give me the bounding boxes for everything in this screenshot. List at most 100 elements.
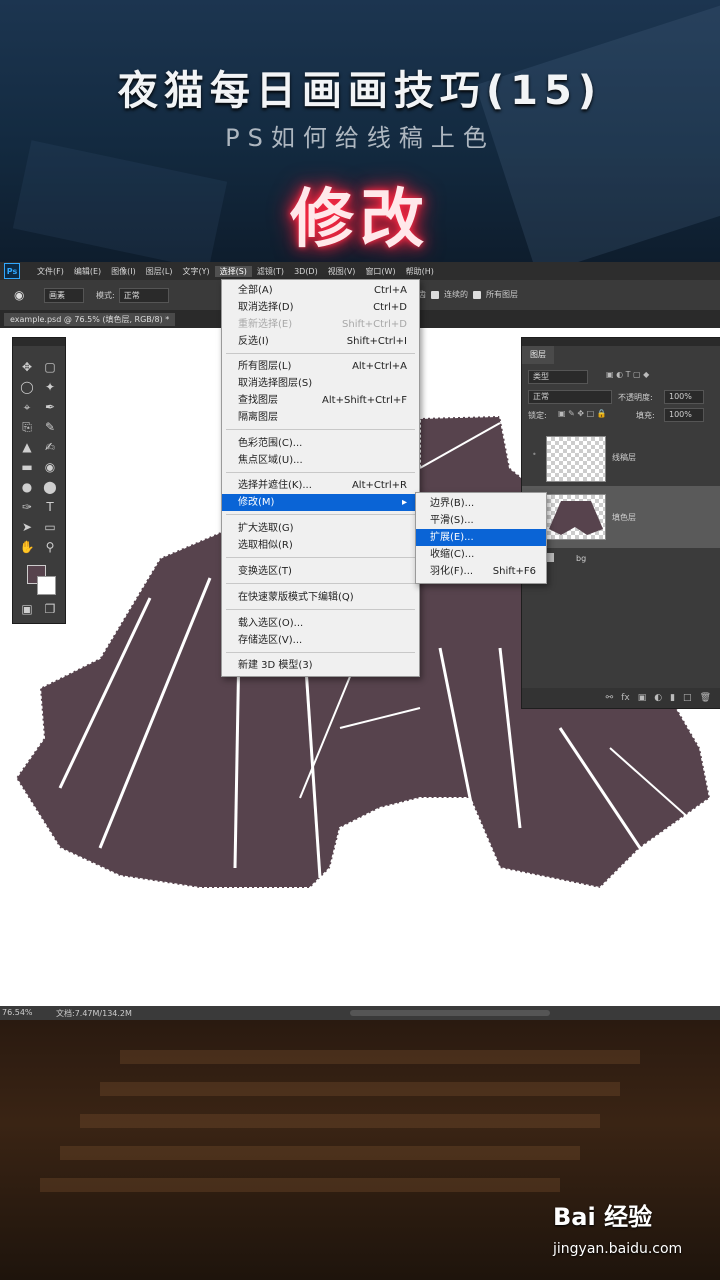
menu-item-transform-selection[interactable]: 变换选区(T) — [222, 563, 419, 580]
opacity-input[interactable]: 100% — [664, 390, 704, 404]
menu-separator — [226, 472, 415, 473]
history-brush-icon[interactable]: ✍ — [40, 438, 60, 456]
layers-tab[interactable]: 图层 — [522, 346, 554, 364]
menu-item-modify[interactable]: 修改(M) ▸ — [222, 494, 419, 511]
pen-tool-icon[interactable]: ✑ — [17, 498, 37, 516]
menu-item-label: 取消选择(D) — [238, 302, 294, 313]
visibility-icon[interactable]: • — [532, 450, 537, 459]
blur-tool-icon[interactable]: ● — [17, 478, 37, 496]
menu-item-similar[interactable]: 选取相似(R) — [222, 537, 419, 554]
fill-input[interactable]: 100% — [664, 408, 704, 422]
eraser-tool-icon[interactable]: ▬ — [17, 458, 37, 476]
menu-item-new-3d-model[interactable]: 新建 3D 模型(3) — [222, 657, 419, 674]
menu-item-deselect[interactable]: 取消选择(D) Ctrl+D — [222, 299, 419, 316]
menu-item-label: 查找图层 — [238, 395, 278, 406]
type-tool-icon[interactable]: T — [40, 498, 60, 516]
toolbox-header[interactable] — [13, 338, 65, 346]
layer-filter-select[interactable]: 类型 — [528, 370, 588, 384]
menu-type[interactable]: 文字(Y) — [177, 266, 214, 277]
menu-edit[interactable]: 编辑(E) — [69, 266, 106, 277]
blend-mode-select[interactable]: 正常 — [118, 287, 169, 303]
layer-item[interactable]: • 线稿层 — [522, 430, 720, 486]
menu-item-label: 平滑(S)... — [430, 515, 474, 526]
menu-item-all-layers[interactable]: 所有图层(L) Alt+Ctrl+A — [222, 358, 419, 375]
menu-item-load-selection[interactable]: 载入选区(O)... — [222, 615, 419, 632]
menu-item-select-and-mask[interactable]: 选择并遮住(K)... Alt+Ctrl+R — [222, 477, 419, 494]
all-layers-checkbox[interactable] — [473, 290, 481, 299]
layers-panel: 图层 类型 ▣ ◐ T ▢ ◆ 正常 不透明度: 100% 锁定: ▣ ✎ ✥ … — [521, 337, 720, 709]
zoom-tool-icon[interactable]: ⚲ — [40, 538, 60, 556]
background-color-swatch[interactable] — [37, 576, 56, 595]
menu-item-focus-area[interactable]: 焦点区域(U)... — [222, 452, 419, 469]
link-icon[interactable]: ⚯ — [606, 693, 614, 703]
layer-name: bg — [576, 554, 587, 563]
menu-item-grow[interactable]: 扩大选取(G) — [222, 520, 419, 537]
eyedropper-icon[interactable]: ✒ — [40, 398, 60, 416]
menu-layer[interactable]: 图层(L) — [141, 266, 178, 277]
paint-bucket-tool-icon[interactable]: ◉ — [40, 458, 60, 476]
move-tool-icon[interactable]: ✥ — [17, 358, 37, 376]
opacity-label: 不透明度: — [618, 393, 653, 402]
adjustment-icon[interactable]: ◐ — [654, 693, 662, 703]
blend-mode-select[interactable]: 正常 — [528, 390, 612, 404]
menu-view[interactable]: 视图(V) — [323, 266, 361, 277]
fx-icon[interactable]: fx — [621, 693, 630, 703]
path-selection-icon[interactable]: ➤ — [17, 518, 37, 536]
menu-item-isolate-layers[interactable]: 隔离图层 — [222, 409, 419, 426]
dodge-tool-icon[interactable]: ⬤ — [40, 478, 60, 496]
menu-item-reselect[interactable]: 重新选择(E) Shift+Ctrl+D — [222, 316, 419, 333]
menu-item-label: 焦点区域(U)... — [238, 455, 303, 466]
magic-wand-icon[interactable]: ✦ — [40, 378, 60, 396]
layer-item-selected[interactable]: • 填色层 — [522, 486, 720, 548]
submenu-item-smooth[interactable]: 平滑(S)... — [416, 512, 546, 529]
brush-tool-icon[interactable]: ✎ — [40, 418, 60, 436]
menu-item-label: 扩展(E)... — [430, 532, 474, 543]
panel-header[interactable] — [522, 338, 720, 346]
layer-group[interactable]: › bg — [522, 550, 720, 570]
menu-file[interactable]: 文件(F) — [32, 266, 69, 277]
lasso-tool-icon[interactable]: ◯ — [17, 378, 37, 396]
menu-item-label: 色彩范围(C)... — [238, 438, 303, 449]
stamp-tool-icon[interactable]: ▲ — [17, 438, 37, 456]
layer-thumbnail — [546, 436, 606, 482]
menu-item-save-selection[interactable]: 存储选区(V)... — [222, 632, 419, 649]
submenu-item-contract[interactable]: 收缩(C)... — [416, 546, 546, 563]
zoom-level[interactable]: 76.54% — [2, 1008, 33, 1017]
menu-separator — [226, 514, 415, 515]
menu-help[interactable]: 帮助(H) — [401, 266, 439, 277]
menu-item-deselect-layers[interactable]: 取消选择图层(S) — [222, 375, 419, 392]
screen-mode-icon[interactable]: ❐ — [40, 600, 60, 618]
paint-bucket-icon[interactable]: ◉ — [14, 288, 36, 302]
menu-item-inverse[interactable]: 反选(I) Shift+Ctrl+I — [222, 333, 419, 350]
rectangle-tool-icon[interactable]: ▭ — [40, 518, 60, 536]
menu-3d[interactable]: 3D(D) — [289, 267, 323, 276]
document-tab[interactable]: example.psd @ 76.5% (填色层, RGB/8) * — [4, 313, 176, 326]
new-layer-icon[interactable]: □ — [683, 693, 692, 703]
hand-tool-icon[interactable]: ✋ — [17, 538, 37, 556]
group-icon[interactable]: ▮ — [670, 693, 675, 703]
crop-tool-icon[interactable]: ⌖ — [17, 398, 37, 416]
menu-item-shortcut: Ctrl+A — [373, 285, 407, 296]
menu-window[interactable]: 窗口(W) — [360, 266, 400, 277]
menu-item-find-layers[interactable]: 查找图层 Alt+Shift+Ctrl+F — [222, 392, 419, 409]
marquee-tool-icon[interactable]: ▢ — [40, 358, 60, 376]
filter-icons[interactable]: ▣ ◐ T ▢ ◆ — [606, 370, 649, 379]
contiguous-checkbox[interactable] — [431, 290, 439, 299]
submenu-item-expand[interactable]: 扩展(E)... — [416, 529, 546, 546]
menu-item-color-range[interactable]: 色彩范围(C)... — [222, 435, 419, 452]
submenu-item-feather[interactable]: 羽化(F)... Shift+F6 — [416, 563, 546, 580]
fill-source-select[interactable]: 画素 — [44, 287, 84, 303]
healing-brush-icon[interactable]: ⎘ — [17, 418, 37, 436]
trash-icon[interactable]: 🗑 — [700, 693, 711, 703]
submenu-item-border[interactable]: 边界(B)... — [416, 495, 546, 512]
mask-icon[interactable]: ▣ — [638, 693, 647, 703]
lock-icons[interactable]: ▣ ✎ ✥ □ 🔒 — [558, 409, 607, 418]
quick-mask-icon[interactable]: ▣ — [17, 600, 37, 618]
horizontal-scrollbar[interactable] — [350, 1010, 550, 1016]
menu-image[interactable]: 图像(I) — [106, 266, 141, 277]
menu-item-label: 反选(I) — [238, 336, 269, 347]
menu-item-select-all[interactable]: 全部(A) Ctrl+A — [222, 282, 419, 299]
menu-item-quick-mask[interactable]: 在快速蒙版模式下编辑(Q) — [222, 589, 419, 606]
menu-filter[interactable]: 滤镜(T) — [252, 266, 289, 277]
menu-select[interactable]: 选择(S) — [214, 265, 252, 277]
